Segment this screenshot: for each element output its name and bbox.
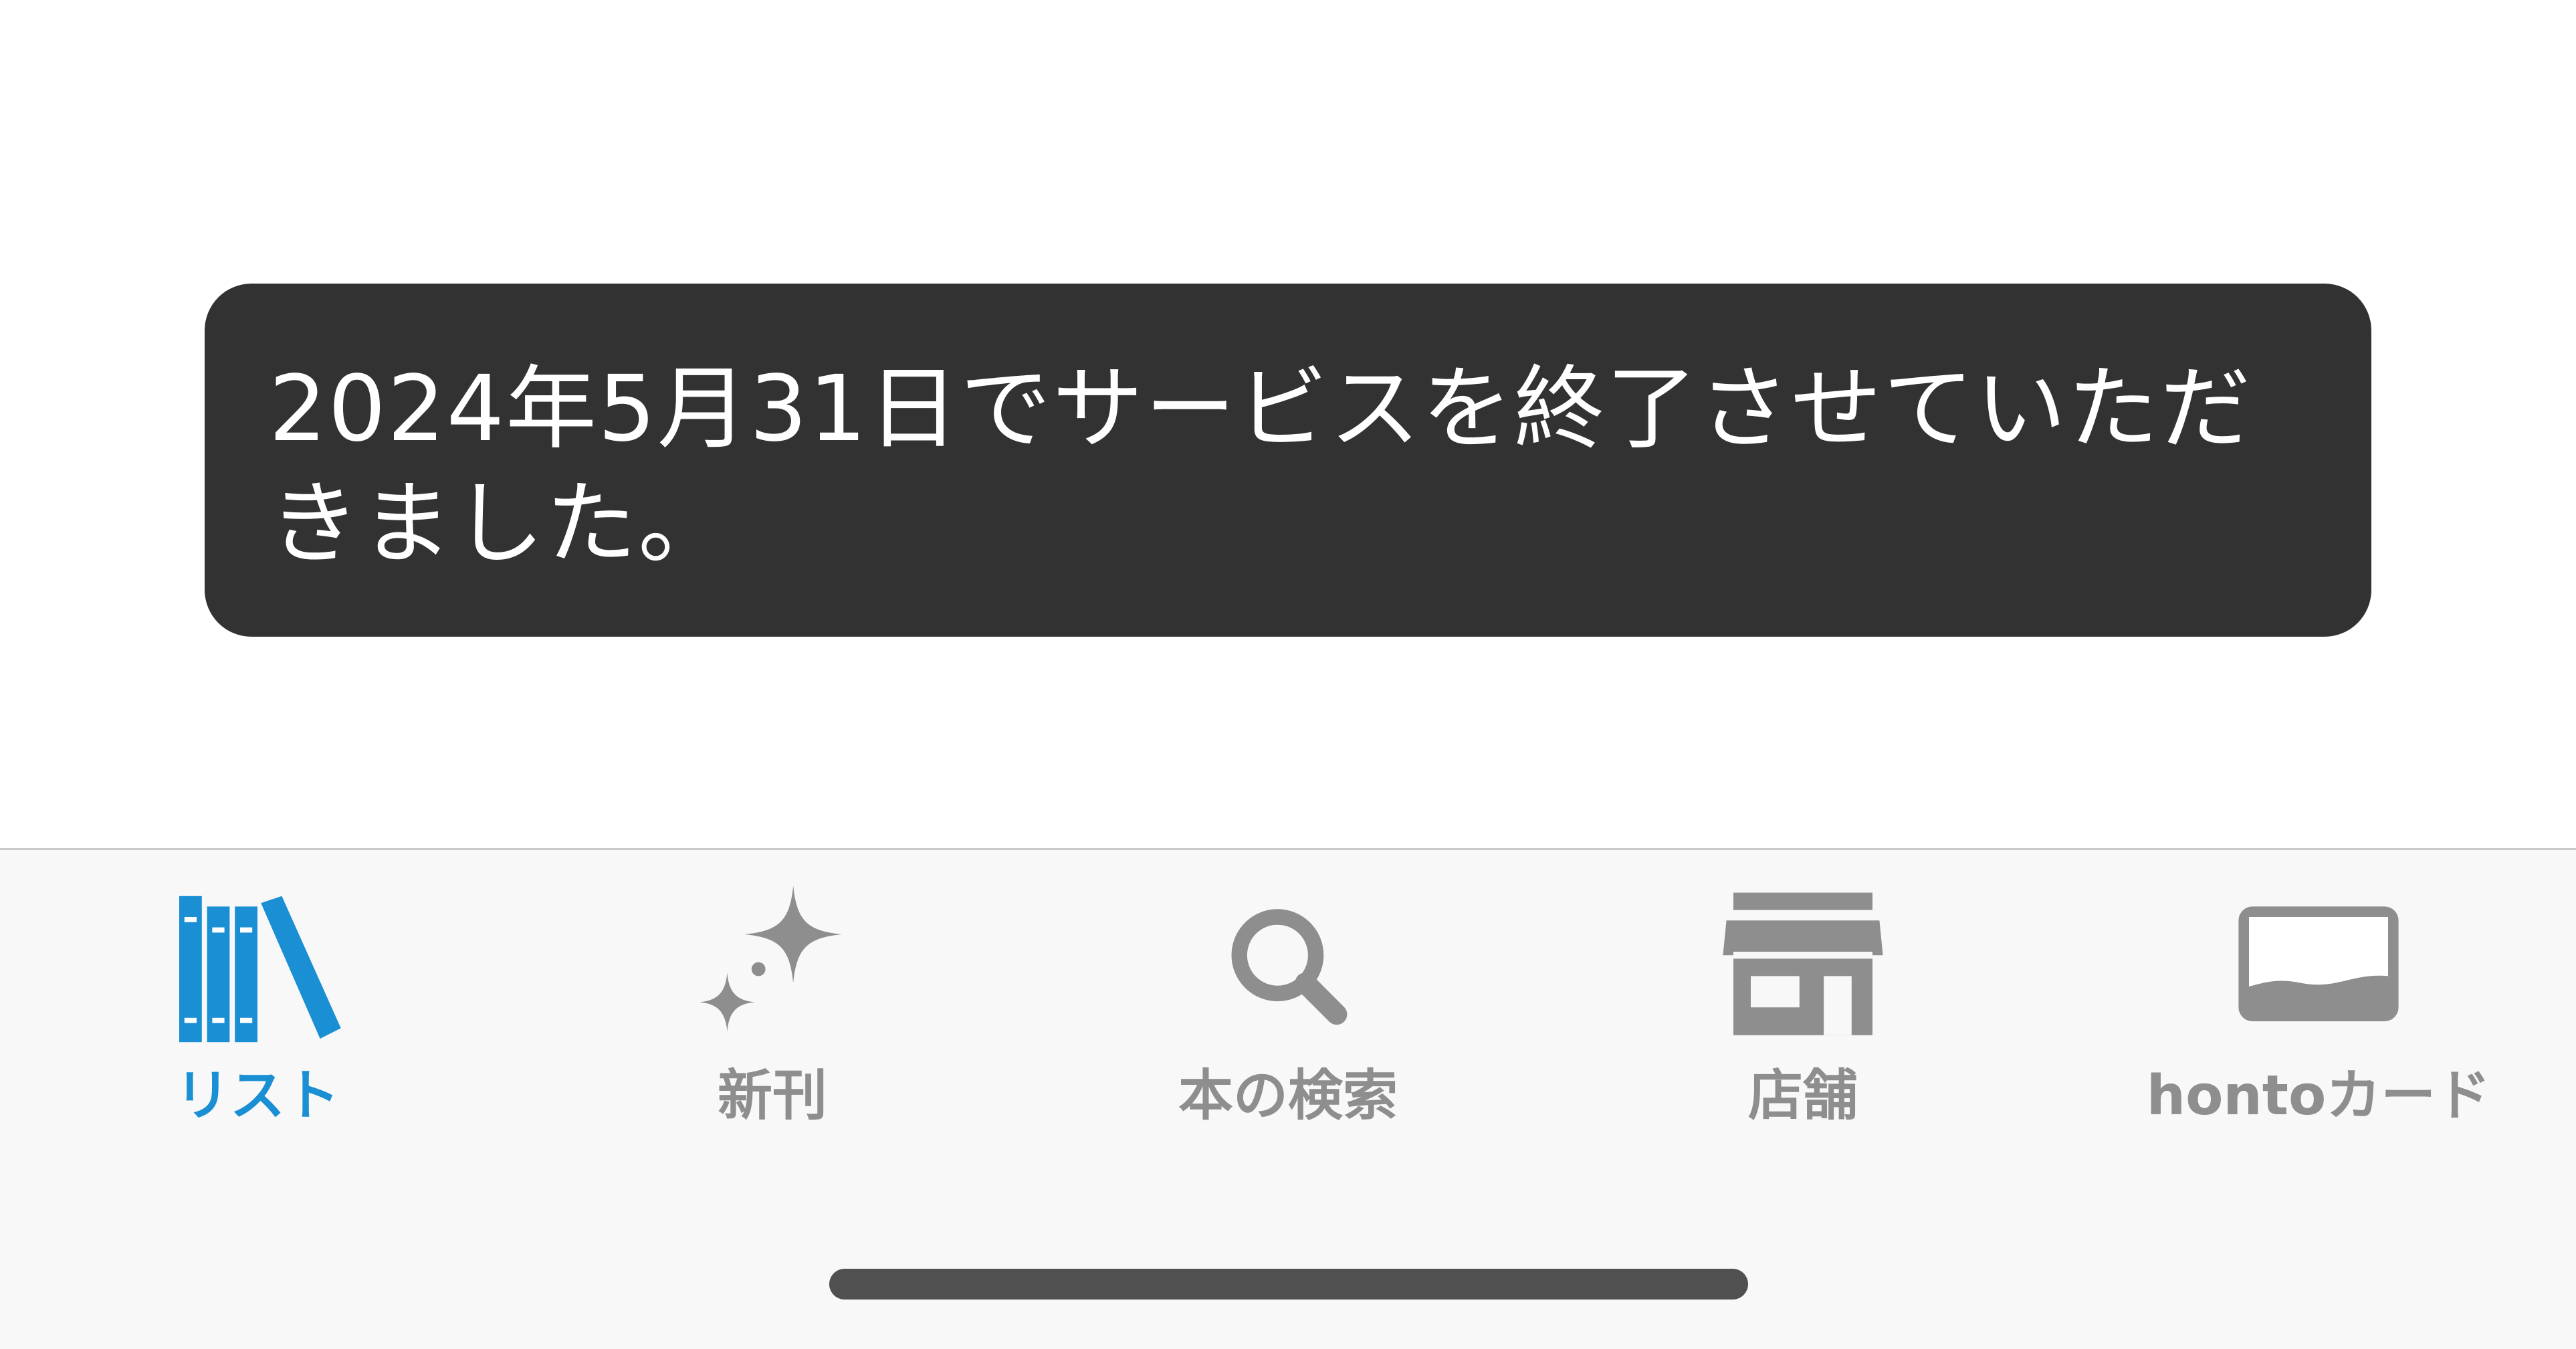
tab-new-releases[interactable]: 新刊 [515, 850, 1030, 1158]
card-icon [2232, 882, 2405, 1056]
tab-honto-card-label: hontoカード [2146, 1064, 2491, 1128]
app-screen: 2024年5月31日でサービスを終了させていただきました。 リスト 新刊 本の検… [0, 0, 2576, 1349]
home-indicator[interactable] [829, 1269, 1748, 1300]
store-icon [1716, 882, 1890, 1056]
service-ended-toast: 2024年5月31日でサービスを終了させていただきました。 [205, 284, 2371, 637]
tab-new-releases-label: 新刊 [717, 1064, 827, 1128]
tab-stores[interactable]: 店舗 [1545, 850, 2060, 1158]
tab-stores-label: 店舗 [1747, 1064, 1858, 1128]
search-icon [1201, 882, 1375, 1056]
toast-message: 2024年5月31日でサービスを終了させていただきました。 [269, 356, 2252, 577]
tab-list-label: リスト [175, 1064, 340, 1128]
tab-book-search-label: 本の検索 [1178, 1064, 1398, 1128]
sparkle-icon [685, 882, 859, 1056]
tab-list[interactable]: リスト [0, 850, 515, 1158]
tab-book-search[interactable]: 本の検索 [1031, 850, 1545, 1158]
tab-honto-card[interactable]: hontoカード [2061, 850, 2576, 1158]
bookshelf-icon [171, 882, 344, 1056]
